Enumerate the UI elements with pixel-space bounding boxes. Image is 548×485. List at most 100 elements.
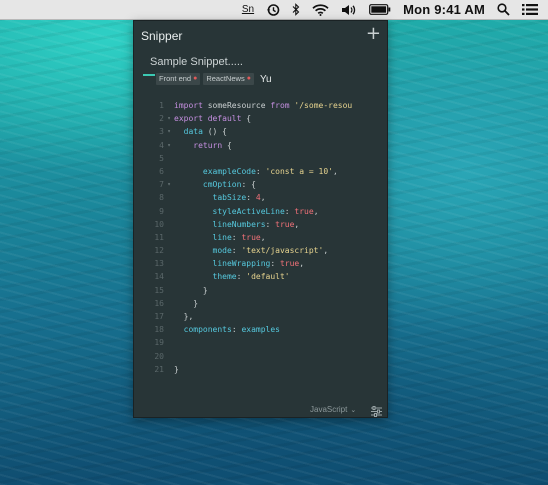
code-token: from [270,101,290,110]
code-line[interactable]: 12 mode: 'text/javascript', [144,244,380,257]
code-text: cmOption: { [174,178,380,191]
fold-marker[interactable] [164,363,174,376]
code-token: , [332,166,338,176]
fold-marker[interactable] [164,297,174,310]
code-line[interactable]: 5 [144,152,380,165]
tag-reactnews[interactable]: ReactNews ● [203,73,254,85]
code-text: line: true, [174,231,380,244]
code-line[interactable]: 2 ▾ export default { [144,112,380,125]
fold-marker[interactable] [164,244,174,257]
fold-marker[interactable] [164,323,174,336]
settings-sliders-icon[interactable] [370,403,383,422]
fold-marker[interactable]: ▾ [164,112,174,125]
remove-tag-icon[interactable]: ● [247,73,251,85]
code-text: data () { [174,125,380,138]
code-token: examples [241,325,280,335]
code-token: true [279,259,300,269]
line-number: 8 [159,193,164,203]
code-line[interactable]: 7 ▾ cmOption: { [144,178,380,191]
code-token: lineWrapping [212,259,271,269]
wifi-icon[interactable] [312,0,329,20]
fold-marker[interactable] [164,350,174,363]
code-token: 'const a = 10' [265,166,333,176]
fold-marker[interactable]: ▾ [164,125,174,138]
code-token: , [299,259,305,269]
search-icon[interactable] [497,0,510,20]
fold-marker[interactable] [164,270,174,283]
fold-marker[interactable] [164,310,174,323]
code-token: tabSize [212,193,247,203]
tag-front-end[interactable]: Front end ● [156,73,201,85]
code-line[interactable]: 8 tabSize: 4, [144,191,380,204]
menubar-clock[interactable]: Mon 9:41 AM [403,0,485,20]
code-token: cmOption [202,180,242,190]
code-line[interactable]: 14 theme: 'default' [144,270,380,283]
line-number: 12 [154,246,164,256]
snippet-menubar-label: Sn [241,4,255,15]
code-token: data [183,127,203,137]
fold-marker[interactable] [164,165,174,178]
line-number: 13 [154,259,164,269]
list-icon[interactable] [522,0,538,20]
history-icon[interactable] [266,0,280,20]
code-line[interactable]: 6 exampleCode: 'const a = 10', [144,165,380,178]
fold-marker[interactable] [164,284,174,297]
code-token: : [231,232,242,242]
code-text: mode: 'text/javascript', [174,244,380,257]
code-text: }, [174,310,380,323]
code-line[interactable]: 18 components: examples [144,323,380,336]
app-title: Snipper [141,29,183,43]
code-line[interactable]: 15 } [144,284,380,297]
code-line[interactable]: 21} [144,363,380,376]
tag-input[interactable] [259,73,320,85]
snippet-title[interactable]: Sample Snippet..... [150,56,243,68]
fold-marker[interactable] [164,205,174,218]
code-token: import [174,101,203,110]
code-line[interactable]: 9 styleActiveLine: true, [144,205,380,218]
code-line[interactable]: 19 [144,336,380,349]
code-line[interactable]: 4 ▾ return { [144,139,380,152]
bluetooth-icon[interactable] [292,0,300,20]
snippet-menubar-icon[interactable]: Sn [242,0,254,20]
snipper-window: Snipper + Sample Snippet..... Front end … [133,20,388,418]
language-label: JavaScript [310,405,348,414]
volume-icon[interactable] [341,0,357,20]
code-line[interactable]: 13 lineWrapping: true, [144,257,380,270]
code-token: } [174,364,179,374]
fold-marker[interactable]: ▾ [164,178,174,191]
code-line[interactable]: 16 } [144,297,380,310]
code-line[interactable]: 17 }, [144,310,380,323]
tag-label: Front end [159,74,192,83]
code-line[interactable]: 10 lineNumbers: true, [144,218,380,231]
code-token: : [236,272,247,282]
code-token: , [260,232,266,242]
fold-marker[interactable]: ▾ [164,139,174,152]
code-line[interactable]: 1 import someResource from '/some-resou [144,99,380,112]
fold-marker[interactable] [164,336,174,349]
code-token: '/some-resou [289,101,353,110]
code-token: } [174,285,208,295]
code-token: mode [212,246,232,256]
fold-marker[interactable] [164,99,174,112]
fold-marker[interactable] [164,231,174,244]
code-editor[interactable]: 1 import someResource from '/some-resou 2 ▾… [144,99,380,379]
line-number: 4 [159,140,164,150]
code-line[interactable]: 20 [144,350,380,363]
fold-marker[interactable] [164,191,174,204]
language-selector[interactable]: JavaScript ⌄ [310,405,356,414]
battery-icon[interactable] [369,0,391,20]
fold-marker[interactable] [164,218,174,231]
remove-tag-icon[interactable]: ● [193,73,197,85]
code-token: { [222,140,232,150]
code-line[interactable]: 3 ▾ data () { [144,125,380,138]
code-line[interactable]: 11 line: true, [144,231,380,244]
add-snippet-button[interactable]: + [366,23,381,45]
fold-marker[interactable] [164,152,174,165]
fold-marker[interactable] [164,257,174,270]
line-number: 18 [154,325,164,335]
